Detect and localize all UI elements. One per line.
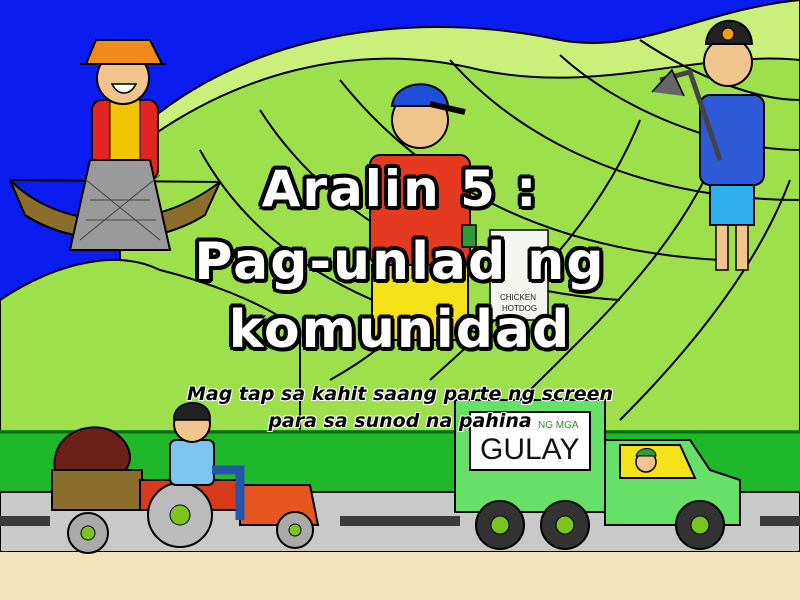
title-line-2: Pag-unlad ng xyxy=(194,232,606,292)
truck-label: GULAY xyxy=(480,433,579,466)
roadside xyxy=(0,552,800,600)
tap-instruction-line-2: para sa sunod na pahina xyxy=(268,410,532,432)
title-line-1: Aralin 5 : xyxy=(261,160,539,218)
tap-instruction-line-1: Mag tap sa kahit saang parte ng screen xyxy=(186,383,614,405)
title-line-3: komunidad xyxy=(228,300,572,360)
